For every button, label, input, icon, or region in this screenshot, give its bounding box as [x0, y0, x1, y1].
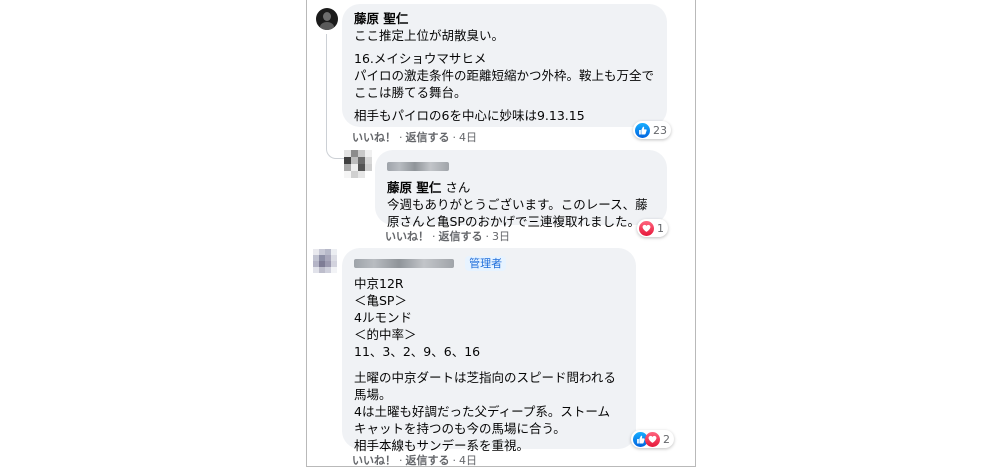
reaction-summary[interactable]: 1	[637, 219, 668, 237]
reaction-count: 23	[653, 123, 667, 137]
like-icon	[635, 122, 650, 138]
love-icon	[645, 431, 660, 447]
admin-badge: 管理者	[465, 256, 507, 271]
redacted-author-name[interactable]	[387, 162, 449, 171]
comment-time[interactable]: 4日	[459, 131, 477, 144]
comment-text: 今週もありがとうございます。このレース、藤 原さんと亀SPのおかげで三連複取れま…	[387, 197, 648, 229]
like-button[interactable]: いいね！	[352, 131, 396, 144]
like-button[interactable]: いいね！	[385, 230, 429, 243]
comment-thread: 藤原 聖仁 ここ推定上位が胡散臭い。 16.メイショウマサヒメ パイロの激走条件…	[306, 0, 696, 467]
comment-text: 16.メイショウマサヒメ パイロの激走条件の距離短縮かつ外枠。鞍上も万全で ここ…	[354, 51, 655, 100]
redacted-author-name[interactable]	[354, 259, 454, 268]
avatar[interactable]	[313, 249, 337, 273]
comment-bubble: 管理者 中京12R ＜亀SP＞ 4ルモンド ＜的中率＞ 11、3、2、9、6、1…	[342, 248, 636, 453]
comment-text: 中京12R ＜亀SP＞ 4ルモンド ＜的中率＞ 11、3、2、9、6、16	[354, 276, 481, 359]
comment-header: 管理者	[354, 256, 624, 271]
comment-bubble: 藤原 聖仁 さん 今週もありがとうございます。このレース、藤 原さんと亀SPのお…	[375, 150, 667, 229]
mention-suffix: さん	[441, 180, 471, 195]
reaction-count: 1	[657, 221, 664, 235]
like-button[interactable]: いいね！	[352, 454, 396, 466]
comment-time[interactable]: 4日	[459, 454, 477, 466]
comment-text: 土曜の中京ダートは芝指向のスピード問われる 馬場。 4は土曜も好調だった父ディー…	[354, 370, 616, 453]
avatar[interactable]	[316, 8, 338, 30]
love-icon	[639, 220, 654, 236]
reaction-summary[interactable]: 23	[633, 121, 671, 139]
comment-actions: いいね！ · 返信する · 4日	[352, 454, 477, 467]
reaction-summary[interactable]: 2	[631, 430, 674, 448]
comment-actions: いいね！ · 返信する · 4日	[352, 131, 477, 144]
reply-button[interactable]: 返信する	[439, 230, 483, 243]
comment-author[interactable]: 藤原 聖仁	[354, 11, 655, 27]
mention-link[interactable]: 藤原 聖仁	[387, 180, 441, 195]
reaction-count: 2	[663, 432, 670, 446]
comment-bubble: 藤原 聖仁 ここ推定上位が胡散臭い。 16.メイショウマサヒメ パイロの激走条件…	[342, 4, 667, 127]
comment-text: 相手もパイロの6を中心に妙味は9.13.15	[354, 108, 585, 123]
reply-button[interactable]: 返信する	[406, 454, 450, 466]
avatar[interactable]	[344, 150, 372, 178]
comment-time[interactable]: 3日	[492, 230, 510, 243]
comment-text-line: 藤原 聖仁 さん	[387, 179, 655, 196]
comment-actions: いいね！ · 返信する · 3日	[385, 230, 510, 243]
comment-text: ここ推定上位が胡散臭い。	[354, 28, 505, 43]
reply-button[interactable]: 返信する	[406, 131, 450, 144]
